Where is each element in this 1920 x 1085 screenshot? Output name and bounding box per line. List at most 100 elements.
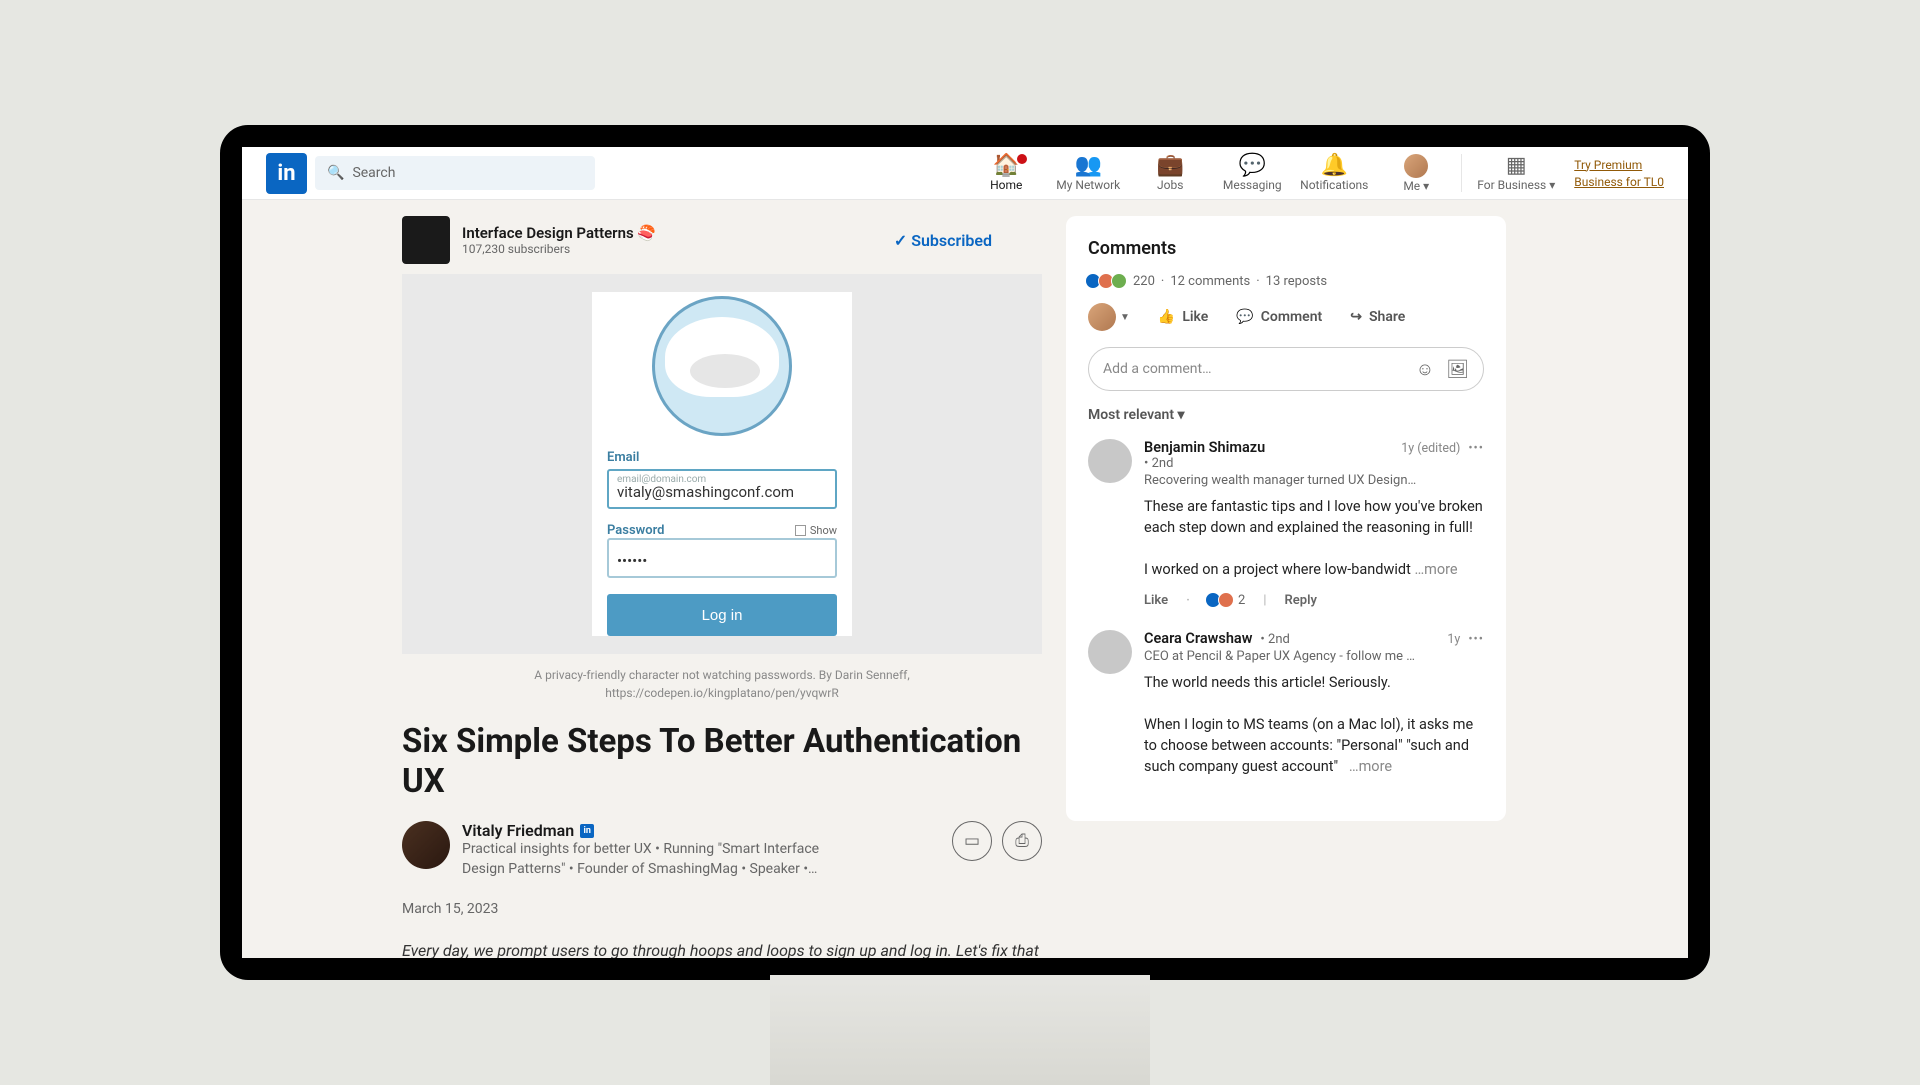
email-field: email@domain.com vitaly@smashingconf.com <box>607 469 837 509</box>
nav-divider <box>1461 154 1462 192</box>
nav-home[interactable]: 🏠 Home <box>965 154 1047 193</box>
chat-icon: 💬 <box>1239 155 1266 177</box>
comment-age: 1y <box>1447 632 1460 647</box>
commenter-role: CEO at Pencil & Paper UX Agency - follow… <box>1144 649 1484 664</box>
main-column: Interface Design Patterns 🍣 107,230 subs… <box>402 216 1042 958</box>
nav-me[interactable]: Me ▾ <box>1375 154 1457 193</box>
login-form-illustration: Email email@domain.com vitaly@smashingco… <box>592 292 852 636</box>
notification-dot <box>1015 152 1029 166</box>
search-icon: 🔍 <box>327 165 344 181</box>
commenter-avatar[interactable] <box>1088 439 1132 483</box>
comment-item: Ceara Crawshaw • 2nd 1y ••• CEO at Penci… <box>1088 630 1484 777</box>
page-body: Interface Design Patterns 🍣 107,230 subs… <box>242 200 1688 958</box>
publish-date: March 15, 2023 <box>402 901 1042 917</box>
publication-thumb[interactable] <box>402 216 450 264</box>
briefcase-icon: 💼 <box>1157 155 1184 177</box>
business-premium-link[interactable]: Business for TL0 <box>1574 175 1664 189</box>
user-avatar[interactable] <box>1088 303 1116 331</box>
share-button[interactable]: ↪ Share <box>1350 309 1405 325</box>
save-button[interactable]: ⎙ <box>1002 821 1042 861</box>
monitor-stand <box>770 975 1150 1085</box>
comment-input[interactable]: Add a comment… ☺ 🖼 <box>1088 347 1484 391</box>
comments-column: Comments 220 · 12 comments · 13 reposts <box>1066 216 1506 958</box>
email-placeholder: email@domain.com <box>617 474 706 485</box>
checkbox-icon <box>795 525 806 536</box>
comment-text: These are fantastic tips and I love how … <box>1144 496 1484 580</box>
linkedin-badge-icon: in <box>580 824 594 838</box>
email-value: vitaly@smashingconf.com <box>617 483 794 501</box>
reaction-count: 220 <box>1133 274 1155 289</box>
subscribed-button[interactable]: ✓ Subscribed <box>894 231 992 250</box>
image-icon[interactable]: 🖼 <box>1446 359 1469 380</box>
bookmark-icon: ⎙ <box>1015 831 1029 851</box>
author-block: Vitaly Friedman in Practical insights fo… <box>402 821 1042 879</box>
password-value: •••••• <box>617 552 647 570</box>
more-icon[interactable]: ••• <box>1468 632 1484 647</box>
author-avatar[interactable] <box>402 821 450 869</box>
password-label: Password <box>607 523 664 538</box>
reposts-count: 13 reposts <box>1266 274 1327 289</box>
nav-notifications[interactable]: 🔔 Notifications <box>1293 154 1375 193</box>
publication-name[interactable]: Interface Design Patterns 🍣 <box>462 224 656 242</box>
comment-like-button[interactable]: Like <box>1144 593 1168 608</box>
commenter-avatar[interactable] <box>1088 630 1132 674</box>
comments-count: 12 comments <box>1170 274 1250 289</box>
login-button: Log in <box>607 594 837 636</box>
password-field: •••••• <box>607 538 837 578</box>
book-icon: ▭ <box>964 831 980 851</box>
commenter-name[interactable]: Ceara Crawshaw <box>1144 630 1252 647</box>
commenter-role: Recovering wealth manager turned UX Desi… <box>1144 473 1484 488</box>
reaction-icons <box>1088 273 1127 289</box>
read-button[interactable]: ▭ <box>952 821 992 861</box>
chevron-down-icon[interactable]: ▼ <box>1120 312 1130 323</box>
network-icon: 👥 <box>1075 155 1102 177</box>
email-label: Email <box>607 450 837 465</box>
author-actions: ▭ ⎙ <box>952 821 1042 861</box>
bell-icon: 🔔 <box>1321 155 1348 177</box>
like-button[interactable]: 👍 Like <box>1158 309 1208 325</box>
try-premium-link[interactable]: Try Premium <box>1574 158 1664 172</box>
top-nav: in 🔍 Search 🏠 Home 👥 My Network 💼 Jobs <box>242 147 1688 200</box>
reactions-summary[interactable]: 220 · 12 comments · 13 reposts <box>1088 273 1484 289</box>
emoji-icon[interactable]: ☺ <box>1416 359 1434 380</box>
show-password-toggle: Show <box>795 524 837 537</box>
love-icon <box>1218 592 1234 608</box>
commenter-degree: • 2nd <box>1144 456 1484 471</box>
screen: in 🔍 Search 🏠 Home 👥 My Network 💼 Jobs <box>242 147 1688 958</box>
thumb-icon: 👍 <box>1158 309 1175 325</box>
celebrate-icon <box>1111 273 1127 289</box>
nav-messaging[interactable]: 💬 Messaging <box>1211 154 1293 193</box>
see-more-link[interactable]: …more <box>1414 561 1457 578</box>
article-lede: Every day, we prompt users to go through… <box>402 939 1042 958</box>
search-input[interactable]: 🔍 Search <box>315 156 595 190</box>
nav-business[interactable]: ▦ For Business ▾ <box>1466 154 1566 193</box>
action-row: ▼ 👍 Like 💬 Comment ↪ Share <box>1088 303 1484 331</box>
comment-button[interactable]: 💬 Comment <box>1236 309 1322 325</box>
hero-caption: A privacy-friendly character not watchin… <box>402 666 1042 702</box>
comment-reply-button[interactable]: Reply <box>1285 593 1317 608</box>
nav-items: 🏠 Home 👥 My Network 💼 Jobs 💬 Messaging <box>965 154 1566 193</box>
speech-icon: 💬 <box>1236 309 1253 325</box>
share-icon: ↪ <box>1350 309 1362 325</box>
comment-footer: Like · 2 | Reply <box>1144 592 1484 608</box>
article-title: Six Simple Steps To Better Authenticatio… <box>402 722 1042 801</box>
author-name[interactable]: Vitaly Friedman in <box>462 821 842 840</box>
comment-item: Benjamin Shimazu 1y (edited) ••• • 2nd R… <box>1088 439 1484 608</box>
nav-network[interactable]: 👥 My Network <box>1047 154 1129 193</box>
nav-jobs[interactable]: 💼 Jobs <box>1129 154 1211 193</box>
monitor-frame: in 🔍 Search 🏠 Home 👥 My Network 💼 Jobs <box>220 125 1710 980</box>
comment-age: 1y (edited) <box>1401 441 1460 456</box>
linkedin-logo[interactable]: in <box>266 153 307 194</box>
sort-dropdown[interactable]: Most relevant ▾ <box>1088 407 1484 423</box>
comments-panel: Comments 220 · 12 comments · 13 reposts <box>1066 216 1506 821</box>
grid-icon: ▦ <box>1506 155 1527 177</box>
commenter-degree: • 2nd <box>1260 632 1289 647</box>
premium-links: Try Premium Business for TL0 <box>1574 158 1664 189</box>
hero-image: Email email@domain.com vitaly@smashingco… <box>402 274 1042 654</box>
comment-reactions[interactable]: 2 <box>1208 592 1245 608</box>
commenter-name[interactable]: Benjamin Shimazu <box>1144 439 1265 456</box>
avatar <box>1404 154 1428 178</box>
comments-title: Comments <box>1088 238 1484 259</box>
more-icon[interactable]: ••• <box>1468 441 1484 456</box>
see-more-link[interactable]: …more <box>1349 758 1392 775</box>
